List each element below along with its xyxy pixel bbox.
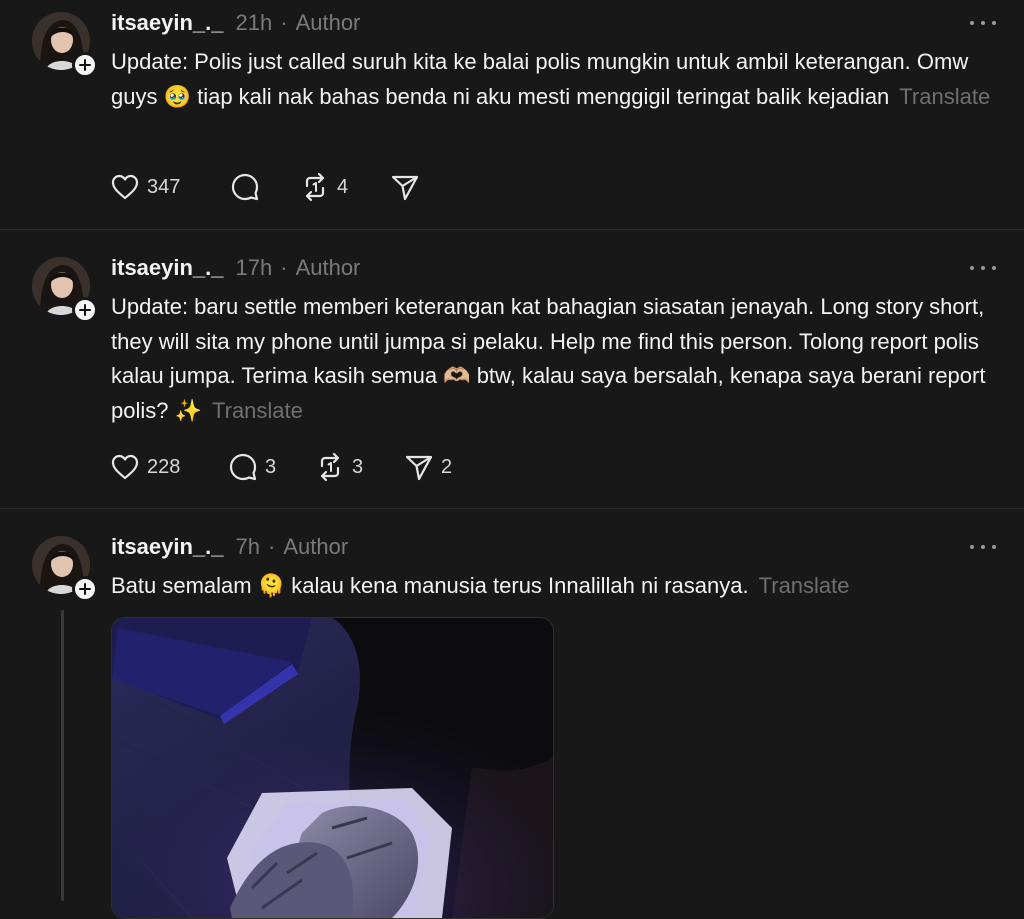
plus-icon <box>79 59 91 71</box>
divider <box>0 508 1024 509</box>
plus-icon <box>79 304 91 316</box>
avatar[interactable] <box>32 257 98 323</box>
heart-icon <box>111 454 139 480</box>
timestamp[interactable]: 17h <box>236 255 273 281</box>
author-badge: Author <box>283 534 349 559</box>
post-body: Update: Polis just called suruh kita ke … <box>111 49 969 109</box>
comment-icon <box>229 453 257 481</box>
like-button[interactable]: 347 <box>110 172 180 202</box>
post-header: itsaeyin_._ 7h · Author <box>111 532 348 562</box>
repost-icon <box>320 452 340 482</box>
more-options-icon[interactable] <box>970 258 996 278</box>
post-text: Batu semalam 🫠 kalau kena manusia terus … <box>111 569 1006 604</box>
post-header: itsaeyin_._ 17h · Author <box>111 253 360 283</box>
heart-icon <box>111 174 139 200</box>
like-button[interactable]: 228 <box>110 452 180 482</box>
share-button[interactable] <box>390 172 420 202</box>
username[interactable]: itsaeyin_._ <box>111 255 224 281</box>
divider <box>0 229 1024 230</box>
like-count: 347 <box>147 175 181 198</box>
plus-icon <box>79 583 91 595</box>
thread-line <box>61 610 64 901</box>
share-count: 2 <box>441 455 453 478</box>
post-photo[interactable] <box>111 617 554 919</box>
separator: · <box>280 255 288 280</box>
reply-button[interactable] <box>230 172 260 202</box>
username[interactable]: itsaeyin_._ <box>111 534 224 560</box>
timestamp[interactable]: 21h <box>236 10 273 36</box>
more-options-icon[interactable] <box>970 537 996 557</box>
share-button[interactable]: 2 <box>404 452 452 482</box>
follow-button[interactable] <box>72 297 98 323</box>
send-icon <box>405 455 433 481</box>
post-text: Update: Polis just called suruh kita ke … <box>111 45 1006 114</box>
follow-button[interactable] <box>72 576 98 602</box>
author-badge: Author <box>295 10 361 35</box>
post-text: Update: baru settle memberi keterangan k… <box>111 290 1006 428</box>
more-options-icon[interactable] <box>970 13 996 33</box>
avatar[interactable] <box>32 12 98 78</box>
rock-photo <box>112 618 553 918</box>
post-body: Batu semalam 🫠 kalau kena manusia terus … <box>111 573 749 598</box>
send-icon <box>391 175 419 201</box>
repost-count: 3 <box>352 455 364 478</box>
repost-icon <box>305 172 325 202</box>
comment-icon <box>231 173 259 201</box>
translate-link[interactable]: Translate <box>759 573 850 598</box>
repost-button[interactable]: 3 <box>315 452 363 482</box>
separator: · <box>280 10 288 35</box>
follow-button[interactable] <box>72 52 98 78</box>
timestamp[interactable]: 7h <box>236 534 260 560</box>
translate-link[interactable]: Translate <box>212 398 303 423</box>
like-count: 228 <box>147 455 181 478</box>
separator: · <box>268 534 276 559</box>
reply-button[interactable]: 3 <box>228 452 276 482</box>
avatar[interactable] <box>32 536 98 602</box>
username[interactable]: itsaeyin_._ <box>111 10 224 36</box>
translate-link[interactable]: Translate <box>899 84 990 109</box>
post-header: itsaeyin_._ 21h · Author <box>111 8 360 38</box>
repost-count: 4 <box>337 175 349 198</box>
reply-count: 3 <box>265 455 277 478</box>
repost-button[interactable]: 4 <box>300 172 348 202</box>
author-badge: Author <box>295 255 361 280</box>
